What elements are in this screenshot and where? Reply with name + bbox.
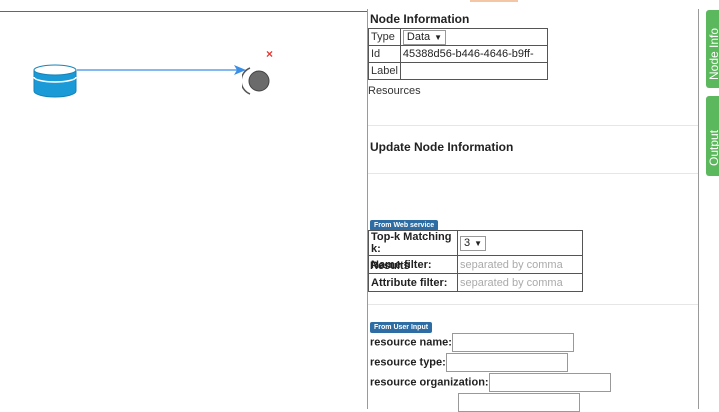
table-row: Id 45388d56-b446-4646-b9ff-: [368, 45, 548, 63]
type-select[interactable]: Data ▼: [402, 29, 447, 45]
label-input[interactable]: [399, 62, 548, 80]
id-value[interactable]: 45388d56-b446-4646-b9ff-: [399, 45, 548, 63]
topk-select-value: 3: [464, 236, 471, 249]
resource-type-label: resource type:: [370, 356, 446, 369]
database-icon: [33, 64, 77, 98]
data-node[interactable]: [33, 64, 77, 103]
type-cell: Data ▼: [399, 28, 548, 46]
name-filter-input[interactable]: separated by comma: [457, 255, 583, 274]
resources-label: Resources: [368, 85, 421, 97]
resource-name-row: resource name:: [370, 333, 574, 352]
topk-select[interactable]: 3 ▼: [460, 235, 487, 251]
tab-node-info-label: Node Info: [707, 27, 719, 80]
graph-canvas[interactable]: ×: [0, 12, 366, 396]
attribute-filter-label: Attribute filter:: [368, 273, 458, 292]
circle-node-icon: [240, 67, 270, 95]
resource-organization-row: resource organization:: [370, 373, 611, 392]
topk-cell: 3 ▼: [457, 230, 583, 256]
resource-organization-input[interactable]: [488, 373, 611, 392]
divider: [368, 173, 698, 174]
node-info-table: Type Data ▼ Id 45388d56-b446-4646-b9ff- L…: [368, 28, 548, 80]
resource-type-row: resource type:: [370, 353, 568, 372]
table-row: Label: [368, 62, 548, 80]
table-row: Attribute filter: separated by comma: [368, 273, 583, 292]
type-label: Type: [368, 28, 401, 46]
topk-label: Top-k Matching k:: [368, 230, 458, 256]
label-label: Label: [368, 62, 401, 80]
type-select-value: Data: [406, 30, 431, 43]
resource-organization-label: resource organization:: [370, 376, 489, 389]
table-row: Type Data ▼: [368, 28, 548, 46]
divider: [368, 125, 698, 126]
chevron-down-icon: ▼: [474, 238, 483, 248]
id-label: Id: [368, 45, 401, 63]
tab-node-info[interactable]: Node Info: [706, 10, 719, 88]
tab-output[interactable]: Output: [706, 96, 719, 176]
update-node-title: Update Node Information: [370, 140, 514, 154]
node-info-panel: Node Information Type Data ▼ Id 45388d56-…: [367, 9, 699, 412]
user-input-tag: From User Input: [370, 322, 433, 333]
tab-output-label: Output: [707, 129, 719, 166]
attribute-filter-input[interactable]: separated by comma: [457, 273, 583, 292]
table-row: Top-k Matching k: 3 ▼: [368, 230, 583, 256]
output-node[interactable]: [240, 65, 276, 104]
node-info-title: Node Information: [370, 12, 470, 26]
results-label: Results: [370, 260, 410, 272]
chevron-down-icon: ▼: [434, 32, 443, 42]
top-accent-bar: [470, 0, 518, 2]
remove-node-icon[interactable]: ×: [266, 47, 273, 61]
resource-name-input[interactable]: [451, 333, 574, 352]
resource-type-input[interactable]: [445, 353, 568, 372]
resource-name-label: resource name:: [370, 336, 452, 349]
divider: [368, 304, 698, 305]
